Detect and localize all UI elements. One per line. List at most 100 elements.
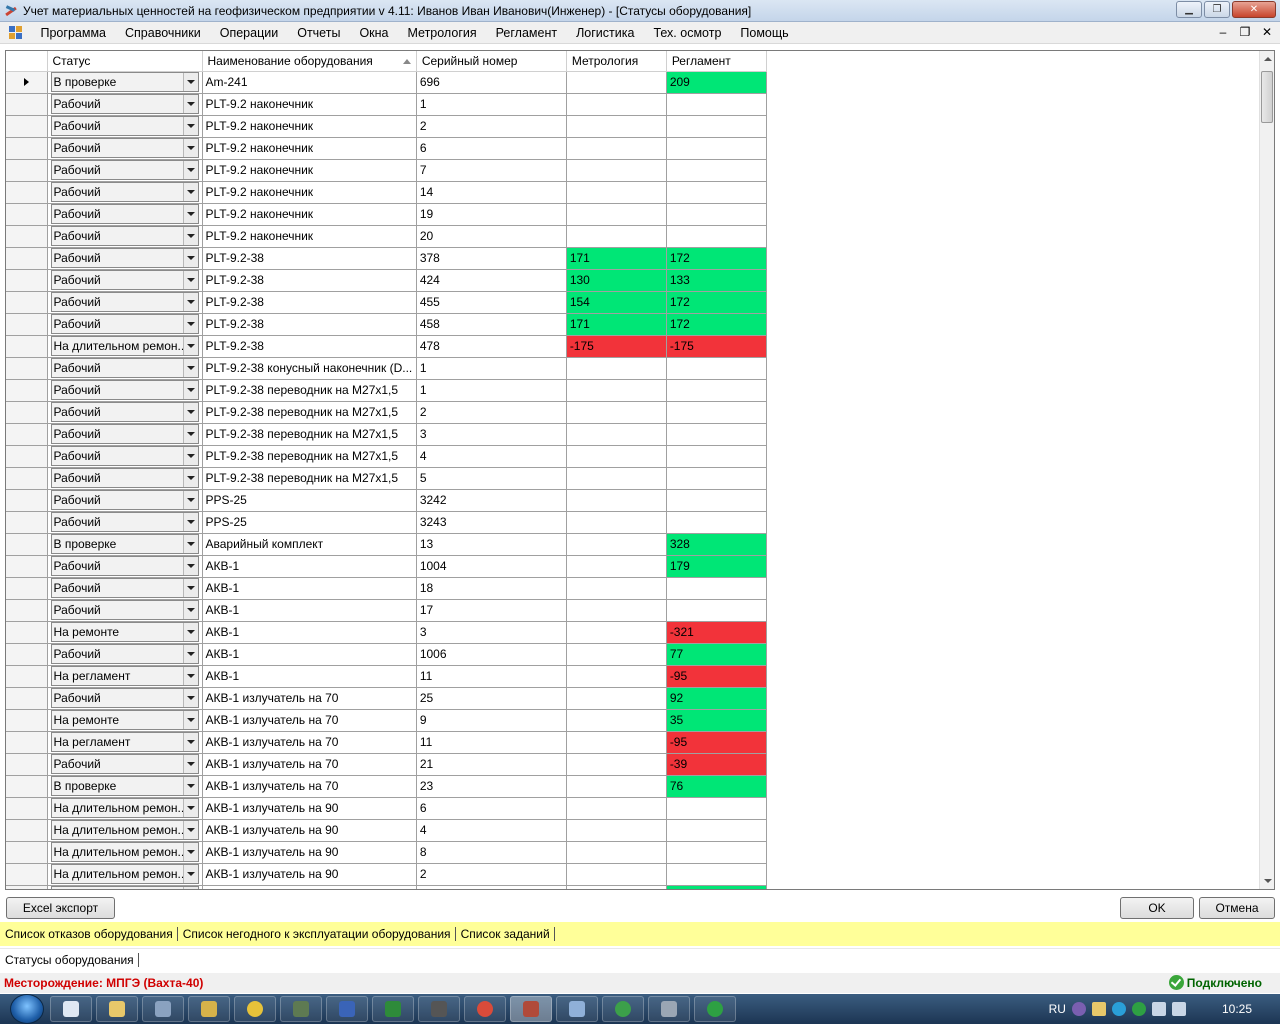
status-dropdown[interactable]: На длительном ремон... — [50, 798, 199, 818]
status-dropdown[interactable]: На ремонте — [50, 622, 199, 642]
taskbar-current-app[interactable] — [510, 996, 552, 1022]
serial-number-cell[interactable]: 1 — [416, 379, 567, 402]
table-row[interactable]: Рабочий PLT-9.2-38 458 171 172 — [6, 313, 767, 336]
chevron-down-icon[interactable] — [182, 579, 198, 597]
status-dropdown[interactable]: Рабочий — [50, 424, 199, 444]
status-dropdown[interactable]: Рабочий — [50, 226, 199, 246]
menu-directories[interactable]: Справочники — [116, 22, 211, 44]
column-header-name[interactable]: Наименование оборудования — [202, 51, 417, 72]
table-row[interactable]: Рабочий PLT-9.2-38 378 171 172 — [6, 247, 767, 270]
table-row[interactable]: Рабочий PLT-9.2-38 конусный наконечник (D… — [6, 357, 767, 380]
ok-button[interactable]: OK — [1120, 897, 1194, 919]
regulation-cell[interactable] — [666, 445, 767, 468]
metrology-cell[interactable] — [566, 93, 667, 116]
table-row[interactable]: Рабочий PLT-9.2 наконечник 1 — [6, 93, 767, 116]
serial-number-cell[interactable]: 478 — [416, 335, 567, 358]
serial-number-cell[interactable]: 20 — [416, 225, 567, 248]
metrology-cell[interactable] — [566, 643, 667, 666]
metrology-cell[interactable] — [566, 731, 667, 754]
metrology-cell[interactable] — [566, 423, 667, 446]
status-dropdown[interactable] — [50, 886, 199, 889]
column-header-regulation[interactable]: Регламент — [666, 51, 767, 72]
equipment-name-cell[interactable]: PLT-9.2 наконечник — [202, 115, 417, 138]
status-dropdown[interactable]: Рабочий — [50, 160, 199, 180]
chevron-down-icon[interactable] — [182, 601, 198, 619]
chevron-down-icon[interactable] — [182, 403, 198, 421]
metrology-cell[interactable] — [566, 775, 667, 798]
regulation-cell[interactable] — [666, 423, 767, 446]
equipment-name-cell[interactable]: АКВ-1 — [202, 599, 417, 622]
regulation-cell[interactable]: -321 — [666, 621, 767, 644]
equipment-name-cell[interactable]: PLT-9.2-38 — [202, 247, 417, 270]
status-dropdown[interactable]: На ремонте — [50, 710, 199, 730]
equipment-name-cell[interactable]: Аварийный комплект — [202, 533, 417, 556]
mdi-minimize-button[interactable]: – — [1216, 25, 1230, 39]
equipment-name-cell[interactable]: PLT-9.2 наконечник — [202, 203, 417, 226]
status-dropdown[interactable]: На длительном ремон... — [50, 864, 199, 884]
chevron-down-icon[interactable] — [182, 359, 198, 377]
equipment-name-cell[interactable]: PLT-9.2-38 переводник на М27х1,5 — [202, 401, 417, 424]
maximize-button[interactable]: ❐ — [1204, 1, 1230, 18]
menu-operations[interactable]: Операции — [210, 22, 287, 44]
regulation-cell[interactable] — [666, 819, 767, 842]
minimize-button[interactable]: ▁ — [1176, 1, 1202, 18]
metrology-cell[interactable] — [566, 445, 667, 468]
status-dropdown[interactable]: Рабочий — [50, 182, 199, 202]
row-header[interactable] — [6, 269, 48, 292]
regulation-cell[interactable] — [666, 115, 767, 138]
chevron-down-icon[interactable] — [182, 887, 198, 889]
row-header[interactable] — [6, 181, 48, 204]
menu-help[interactable]: Помощь — [731, 22, 798, 44]
serial-number-cell[interactable]: 19 — [416, 203, 567, 226]
equipment-name-cell[interactable]: АКВ-1 излучатель на 70 — [202, 775, 417, 798]
table-row[interactable]: Рабочий PLT-9.2 наконечник 19 — [6, 203, 767, 226]
metrology-cell[interactable] — [566, 489, 667, 512]
equipment-name-cell[interactable]: PLT-9.2 наконечник — [202, 137, 417, 160]
serial-number-cell[interactable]: 11 — [416, 665, 567, 688]
row-header[interactable] — [6, 225, 48, 248]
table-row[interactable]: На длительном ремон... АКВ-1 излучатель н… — [6, 797, 767, 820]
chevron-down-icon[interactable] — [182, 799, 198, 817]
status-dropdown[interactable]: Рабочий — [50, 138, 199, 158]
chevron-down-icon[interactable] — [182, 469, 198, 487]
chevron-down-icon[interactable] — [182, 711, 198, 729]
regulation-cell[interactable] — [666, 599, 767, 622]
row-header[interactable] — [6, 665, 48, 688]
equipment-name-cell[interactable]: PLT-9.2-38 переводник на М27х1,5 — [202, 467, 417, 490]
menu-regulations[interactable]: Регламент — [486, 22, 566, 44]
column-header-serial[interactable]: Серийный номер — [416, 51, 567, 72]
chevron-down-icon[interactable] — [182, 843, 198, 861]
equipment-name-cell[interactable]: АКВ-1 — [202, 621, 417, 644]
serial-number-cell[interactable]: 2 — [416, 115, 567, 138]
chevron-down-icon[interactable] — [182, 73, 198, 91]
row-header[interactable] — [6, 841, 48, 864]
metrology-cell[interactable]: 154 — [566, 291, 667, 314]
status-dropdown[interactable]: На длительном ремон... — [50, 820, 199, 840]
equipment-name-cell[interactable]: АКВ-1 — [202, 555, 417, 578]
equipment-name-cell[interactable]: PPS-25 — [202, 489, 417, 512]
metrology-cell[interactable] — [566, 621, 667, 644]
chevron-down-icon[interactable] — [182, 865, 198, 883]
metrology-cell[interactable] — [566, 753, 667, 776]
equipment-name-cell[interactable]: АКВ-1 — [202, 665, 417, 688]
regulation-cell[interactable] — [666, 203, 767, 226]
tray-app-icon[interactable] — [1071, 1002, 1086, 1016]
regulation-cell[interactable]: -95 — [666, 665, 767, 688]
regulation-cell[interactable] — [666, 159, 767, 182]
status-dropdown[interactable]: Рабочий — [50, 314, 199, 334]
taskbar-app-15[interactable] — [694, 996, 736, 1022]
equipment-name-cell[interactable]: PPS-25 — [202, 511, 417, 534]
table-row[interactable]: Рабочий PLT-9.2-38 переводник на М27х1,5 2 — [6, 401, 767, 424]
metrology-cell[interactable] — [566, 203, 667, 226]
status-dropdown[interactable]: В проверке — [50, 776, 199, 796]
chevron-down-icon[interactable] — [182, 337, 198, 355]
taskbar-app-9[interactable] — [418, 996, 460, 1022]
taskbar-app-13[interactable] — [602, 996, 644, 1022]
equipment-name-cell[interactable]: АКВ-1 излучатель на 90 — [202, 819, 417, 842]
vertical-scrollbar[interactable] — [1259, 51, 1274, 889]
regulation-cell[interactable] — [666, 489, 767, 512]
serial-number-cell[interactable]: 11 — [416, 731, 567, 754]
regulation-cell[interactable] — [666, 379, 767, 402]
status-dropdown[interactable]: В проверке — [50, 72, 199, 92]
metrology-cell[interactable] — [566, 533, 667, 556]
